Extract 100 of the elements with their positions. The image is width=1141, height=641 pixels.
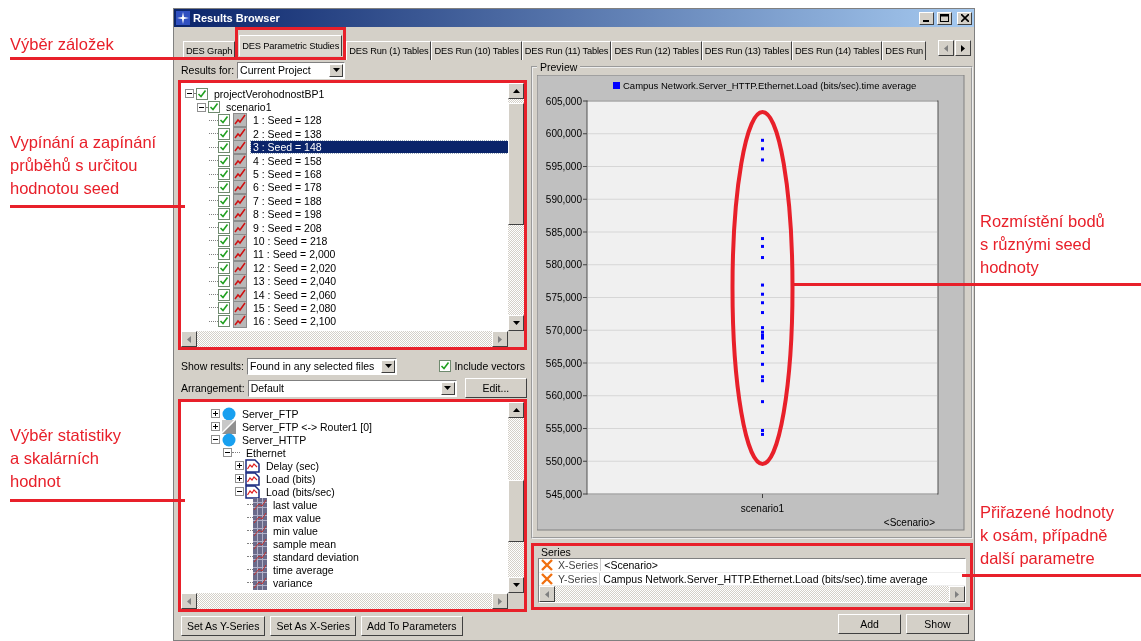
tree-item-label[interactable]: Load (bits) (264, 472, 318, 485)
tree-item-label[interactable]: 13 : Seed = 2,040 (251, 275, 339, 288)
checkbox[interactable] (218, 154, 230, 167)
expand-icon[interactable] (211, 422, 220, 431)
tree-item-label[interactable]: scenario1 (224, 101, 274, 114)
scroll-down-button[interactable] (508, 577, 524, 593)
tree-item-label[interactable]: 5 : Seed = 168 (251, 168, 324, 181)
horizontal-scrollbar[interactable] (539, 586, 965, 602)
checkbox[interactable] (218, 141, 230, 154)
scroll-up-button[interactable] (508, 83, 524, 99)
tree-item-label[interactable]: time average (271, 563, 336, 576)
collapse-icon[interactable] (223, 448, 232, 457)
tree-item-label[interactable]: 8 : Seed = 198 (251, 208, 324, 221)
checkbox[interactable] (218, 194, 230, 207)
scroll-up-button[interactable] (508, 402, 524, 418)
tree-item-label[interactable]: max value (271, 511, 323, 524)
tree-item-label[interactable]: 11 : Seed = 2,000 (251, 248, 338, 261)
checkbox[interactable] (218, 127, 230, 140)
collapse-icon[interactable] (185, 89, 194, 99)
checkbox[interactable] (218, 221, 230, 234)
tree-item-label[interactable]: 7 : Seed = 188 (251, 194, 324, 207)
tree-item-label[interactable]: 10 : Seed = 218 (251, 235, 330, 247)
scroll-right-button[interactable] (949, 586, 965, 602)
tree-item-label[interactable]: 14 : Seed = 2,060 (251, 288, 339, 301)
checkbox-label[interactable]: Include vectors (454, 360, 525, 372)
scroll-left-button[interactable] (539, 586, 555, 602)
dialog-button[interactable]: Add (838, 614, 901, 634)
scroll-right-button[interactable] (492, 593, 508, 609)
checkbox[interactable] (218, 315, 230, 328)
scroll-thumb[interactable] (508, 103, 524, 225)
tab[interactable]: DES Run (14) Tables (792, 41, 883, 60)
vertical-scrollbar[interactable] (508, 83, 524, 331)
scroll-left-button[interactable] (181, 593, 197, 609)
checkbox[interactable] (218, 301, 230, 314)
scroll-left-button[interactable] (181, 331, 197, 347)
maximize-button[interactable] (937, 11, 952, 25)
tree-item-label[interactable]: Server_HTTP (240, 433, 309, 446)
tree-item-label[interactable]: 16 : Seed = 2,100 (251, 315, 339, 328)
tree-item-label[interactable]: 4 : Seed = 158 (251, 154, 324, 167)
tree-item-label[interactable]: Delay (sec) (264, 459, 322, 472)
tab[interactable]: DES Run (1) Tables (346, 41, 432, 60)
edit-button[interactable]: Edit... (464, 378, 527, 398)
tab[interactable]: DES Run (13) Tables (701, 41, 792, 60)
tree-item-label[interactable]: 12 : Seed = 2,020 (251, 261, 339, 274)
collapse-icon[interactable] (197, 102, 206, 112)
checkbox[interactable] (218, 208, 230, 221)
checkbox[interactable] (218, 248, 230, 261)
arrangement-dropdown[interactable]: Default (247, 379, 457, 397)
tree-item-label[interactable]: sample mean (271, 537, 339, 550)
tree-item-label[interactable]: Ethernet (244, 446, 288, 459)
tree-item-label[interactable]: min value (271, 524, 320, 537)
tree-item-label[interactable]: last value (271, 498, 320, 511)
scroll-down-button[interactable] (508, 315, 524, 331)
tab-scroll-right-button[interactable] (955, 40, 971, 56)
scroll-right-button[interactable] (492, 331, 508, 347)
tree-item-label[interactable]: 6 : Seed = 178 (251, 181, 324, 194)
checkbox[interactable] (218, 288, 230, 301)
tree-item-label[interactable]: 9 : Seed = 208 (251, 221, 324, 234)
checkbox[interactable] (218, 114, 230, 127)
minimize-button[interactable] (919, 11, 934, 25)
expand-icon[interactable] (211, 409, 220, 418)
expand-icon[interactable] (235, 474, 244, 483)
tab[interactable]: DES Run (11) Tables (521, 41, 612, 60)
tree-item-label[interactable]: 2 : Seed = 138 (251, 127, 324, 140)
checkbox[interactable] (439, 360, 452, 372)
tree-item-label[interactable]: 3 : Seed = 148 (251, 141, 508, 154)
cross-icon[interactable] (541, 572, 554, 585)
tree-item-label[interactable]: standard deviation (271, 550, 361, 563)
horizontal-scrollbar[interactable] (181, 593, 508, 609)
tree-item-label[interactable]: projectVerohodnostBP1 (212, 87, 327, 100)
tab[interactable]: DES Run (882, 41, 927, 60)
cross-icon[interactable] (541, 559, 554, 572)
show-results-dropdown[interactable]: Found in any selected files (247, 357, 398, 375)
checkbox[interactable] (218, 168, 230, 181)
tab[interactable]: DES Run (10) Tables (431, 41, 522, 60)
results-for-dropdown[interactable]: Current Project (237, 61, 346, 79)
series-action-button[interactable]: Set As Y-Series (181, 616, 266, 636)
tree-item-label[interactable]: 15 : Seed = 2,080 (251, 301, 339, 314)
checkbox[interactable] (218, 235, 230, 247)
dialog-button[interactable]: Show (906, 614, 969, 634)
scroll-thumb[interactable] (508, 480, 524, 542)
tree-item-label[interactable]: 1 : Seed = 128 (251, 114, 324, 127)
checkbox[interactable] (218, 181, 230, 194)
tree-item-label[interactable]: variance (271, 576, 315, 589)
checkbox[interactable] (208, 101, 220, 114)
expand-icon[interactable] (235, 461, 244, 470)
vertical-scrollbar[interactable] (508, 402, 524, 593)
series-action-button[interactable]: Set As X-Series (270, 616, 356, 636)
tree-item-label[interactable]: Server_FTP (240, 407, 301, 420)
tab[interactable]: DES Run (12) Tables (611, 41, 702, 60)
horizontal-scrollbar[interactable] (181, 331, 508, 347)
checkbox[interactable] (218, 275, 230, 288)
close-button[interactable] (957, 11, 972, 25)
series-action-button[interactable]: Add To Parameters (360, 616, 463, 636)
tab[interactable]: DES Parametric Studies (239, 35, 343, 56)
tree-item-label[interactable]: Load (bits/sec) (264, 485, 337, 498)
checkbox[interactable] (218, 261, 230, 274)
checkbox[interactable] (196, 87, 208, 100)
collapse-icon[interactable] (211, 435, 220, 444)
tree-item-label[interactable]: Server_FTP <-> Router1 [0] (240, 420, 374, 433)
